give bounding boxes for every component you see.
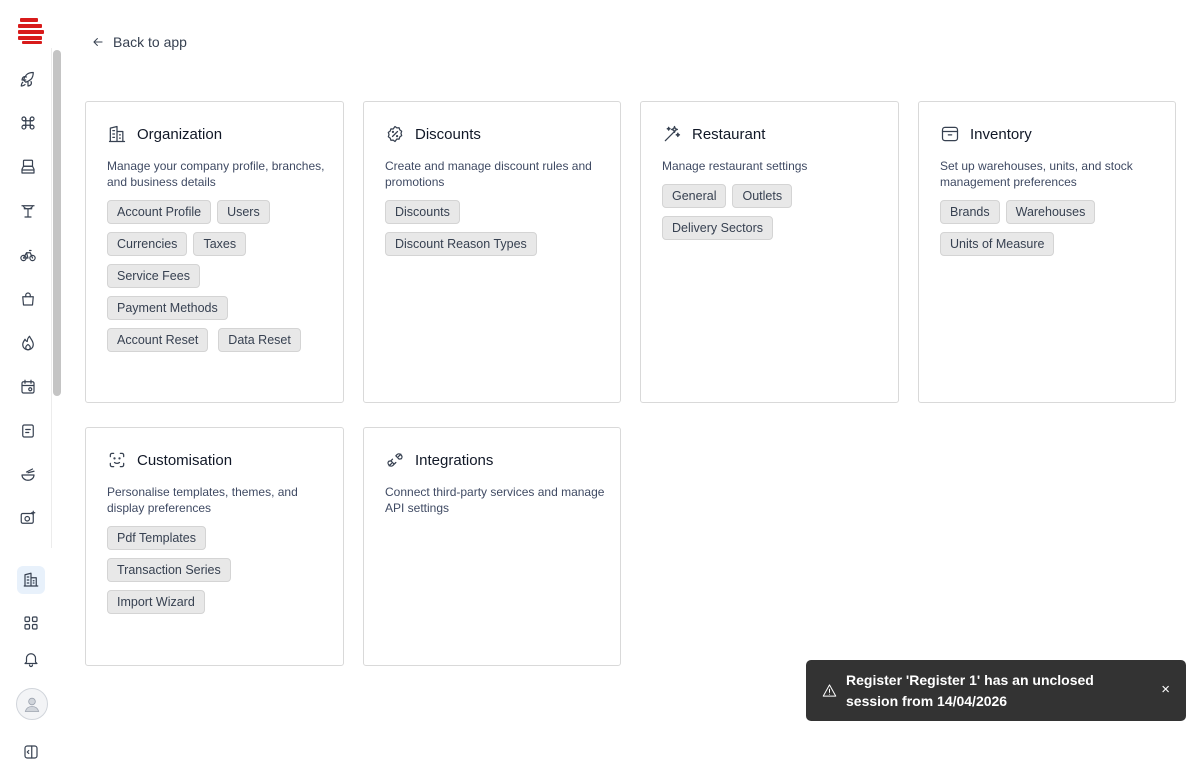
sidebar — [0, 0, 64, 777]
card-description: Set up warehouses, units, and stock mana… — [940, 159, 1133, 189]
sidebar-toggle-icon[interactable] — [17, 738, 45, 766]
tag-delivery-sectors[interactable]: Delivery Sectors — [662, 216, 773, 240]
warning-icon — [822, 684, 837, 697]
card-title: Restaurant — [692, 125, 766, 143]
bicycle-icon[interactable] — [14, 241, 42, 269]
cash-register-icon[interactable] — [14, 153, 42, 181]
bell-icon[interactable] — [17, 645, 45, 673]
card-description: Personalise templates, themes, and displ… — [107, 485, 298, 515]
tag-payment-methods[interactable]: Payment Methods — [107, 296, 228, 320]
tag-service-fees[interactable]: Service Fees — [107, 264, 200, 288]
card-restaurant: Restaurant Manage restaurant settings Ge… — [640, 101, 899, 403]
shopping-bag-icon[interactable] — [14, 285, 42, 313]
command-icon[interactable] — [14, 109, 42, 137]
tag-brands[interactable]: Brands — [940, 200, 1000, 224]
toast-message: Register 'Register 1' has an unclosed se… — [846, 671, 1094, 709]
card-integrations: Integrations Connect third-party service… — [363, 427, 621, 666]
toast-notification: Register 'Register 1' has an unclosed se… — [806, 660, 1186, 721]
card-description: Create and manage discount rules and pro… — [385, 159, 592, 189]
food-bowl-icon[interactable] — [14, 461, 42, 489]
card-customisation: Customisation Personalise templates, the… — [85, 427, 344, 666]
sparkles-icon — [664, 125, 681, 142]
card-title: Inventory — [970, 125, 1032, 143]
rocket-icon[interactable] — [14, 66, 42, 94]
tag-outlets[interactable]: Outlets — [732, 184, 793, 208]
toast-close-button[interactable]: × — [1161, 682, 1170, 697]
tag-data-reset[interactable]: Data Reset — [218, 328, 301, 352]
building-icon — [108, 125, 126, 143]
tag-account-reset[interactable]: Account Reset — [107, 328, 209, 352]
tag-discounts[interactable]: Discounts — [385, 200, 460, 224]
card-title: Customisation — [137, 451, 233, 469]
tag-warehouses[interactable]: Warehouses — [1005, 200, 1096, 224]
card-description: Manage restaurant settings — [662, 159, 808, 173]
flame-icon[interactable] — [14, 329, 42, 357]
tag-pdf-templates[interactable]: Pdf Templates — [107, 526, 206, 550]
table-icon[interactable] — [14, 197, 42, 225]
tag-users[interactable]: Users — [217, 200, 270, 224]
card-title: Discounts — [415, 125, 481, 143]
camera-plus-icon[interactable] — [14, 504, 42, 532]
user-avatar-icon[interactable] — [16, 688, 48, 720]
arrow-left-icon — [93, 38, 103, 46]
building-icon[interactable] — [17, 566, 45, 594]
tag-discount-reason-types[interactable]: Discount Reason Types — [385, 232, 537, 256]
back-to-app-link[interactable]: Back to app — [91, 34, 187, 50]
receipt-icon[interactable] — [14, 417, 42, 445]
card-description: Manage your company profile, branches, a… — [107, 159, 325, 189]
card-inventory: Inventory Set up warehouses, units, and … — [918, 101, 1176, 403]
tag-transaction-series[interactable]: Transaction Series — [107, 558, 231, 582]
discount-badge-icon — [387, 125, 403, 143]
tag-units-of-measure[interactable]: Units of Measure — [940, 232, 1055, 256]
card-organization: Organization Manage your company profile… — [85, 101, 344, 403]
app-logo[interactable] — [18, 18, 44, 44]
card-description: Connect third-party services and manage … — [385, 485, 605, 515]
tag-taxes[interactable]: Taxes — [193, 232, 247, 256]
card-title: Integrations — [415, 451, 494, 469]
tag-currencies[interactable]: Currencies — [107, 232, 188, 256]
scan-face-icon — [109, 452, 125, 468]
plug-icon — [387, 453, 403, 467]
sidebar-scrollbar[interactable] — [53, 50, 61, 396]
tag-account-profile[interactable]: Account Profile — [107, 200, 212, 224]
tag-general[interactable]: General — [662, 184, 727, 208]
card-title: Organization — [137, 125, 223, 143]
archive-box-icon — [941, 126, 959, 142]
tag-import-wizard[interactable]: Import Wizard — [107, 590, 205, 614]
calendar-settings-icon[interactable] — [14, 373, 42, 401]
back-to-app-label: Back to app — [113, 34, 187, 50]
card-discounts: Discounts Create and manage discount rul… — [363, 101, 621, 403]
grid-icon[interactable] — [17, 609, 45, 637]
